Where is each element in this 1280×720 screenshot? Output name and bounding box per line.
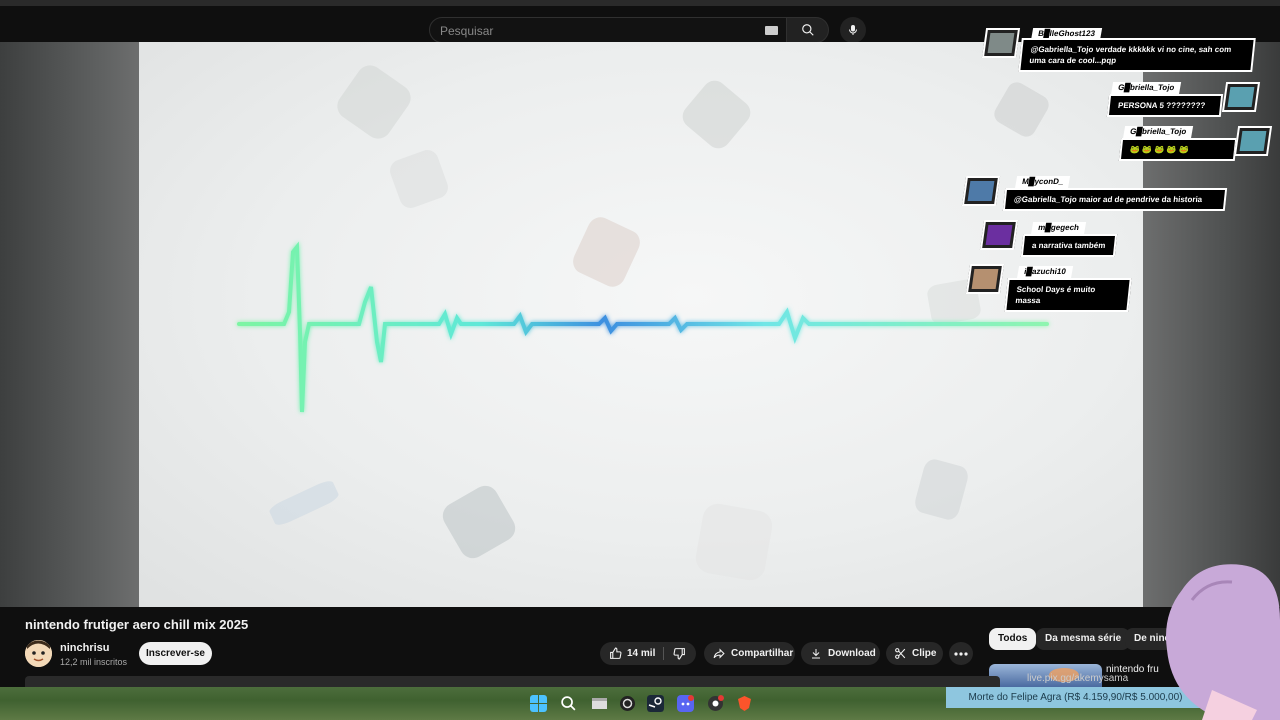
chat-text: PERSONA 5 ???????? [1106,94,1224,117]
share-label: Compartilhar [731,648,794,659]
scissors-icon [895,648,906,659]
windows-start-icon[interactable] [530,695,547,712]
subscriber-count: 12,2 mil inscritos [60,657,128,667]
video-title: nintendo frutiger aero chill mix 2025 [25,617,249,632]
chip-todos[interactable]: Todos [989,628,1037,650]
chat-text: a narrativa também [1020,234,1118,257]
chat-avatar [1233,126,1273,156]
like-count[interactable]: 14 mil [627,642,655,665]
keyboard-icon[interactable] [765,26,778,35]
search-icon [801,24,814,36]
discord-icon[interactable] [677,695,694,712]
voice-search-button[interactable] [840,17,866,43]
clip-label: Clipe [912,648,937,659]
more-actions-button[interactable] [949,642,973,665]
chat-avatar [1221,82,1261,112]
download-icon [812,649,820,659]
brave-icon[interactable] [736,695,753,712]
search-button[interactable] [787,17,829,43]
steam-icon[interactable] [647,695,664,712]
search-box[interactable] [429,17,787,43]
file-explorer-icon[interactable] [591,695,608,712]
thumbs-up-icon[interactable] [609,647,622,660]
download-label: Download [828,648,876,659]
obs-icon[interactable] [619,695,636,712]
channel-avatar[interactable] [25,640,52,667]
search-input[interactable] [440,22,750,40]
chat-text: School Days é muito massa [1004,278,1132,312]
chat-avatar [981,28,1021,58]
more-icon [954,652,968,656]
share-button[interactable]: Compartilhar [704,642,795,665]
chat-text: 🐸 🐸 🐸 🐸 🐸 [1118,138,1238,161]
thumbs-down-icon[interactable] [673,647,686,660]
download-button[interactable]: Download [801,642,880,665]
chat-text: @Gabriella_Tojo verdade kkkkkk vi no cin… [1018,38,1256,72]
like-dislike-group: 14 mil [600,642,696,665]
chat-avatar [961,176,1001,206]
live-pix-url: live.pix.gg/akemysama [1027,673,1129,684]
chat-avatar [979,220,1019,250]
video-letterbox-left [0,42,139,607]
chat-avatar [965,264,1005,294]
subscribe-button[interactable]: Inscrever-se [139,642,212,665]
chrome-icon[interactable] [707,695,724,712]
mic-icon [849,25,857,35]
stream-chat-overlay: B█lleGhost123 @Gabriella_Tojo verdade kk… [960,24,1280,312]
chip-same-series[interactable]: Da mesma série [1036,628,1131,650]
clip-button[interactable]: Clipe [886,642,943,665]
channel-name[interactable]: ninchrisu [60,642,110,654]
like-divider [663,647,664,660]
search-icon[interactable] [560,695,577,712]
share-icon [713,648,725,659]
chat-text: @Gabriella_Tojo maior ad de pendrive da … [1002,188,1228,211]
mii-face-icon [25,640,52,667]
plush-toy-overlay [1166,564,1280,720]
